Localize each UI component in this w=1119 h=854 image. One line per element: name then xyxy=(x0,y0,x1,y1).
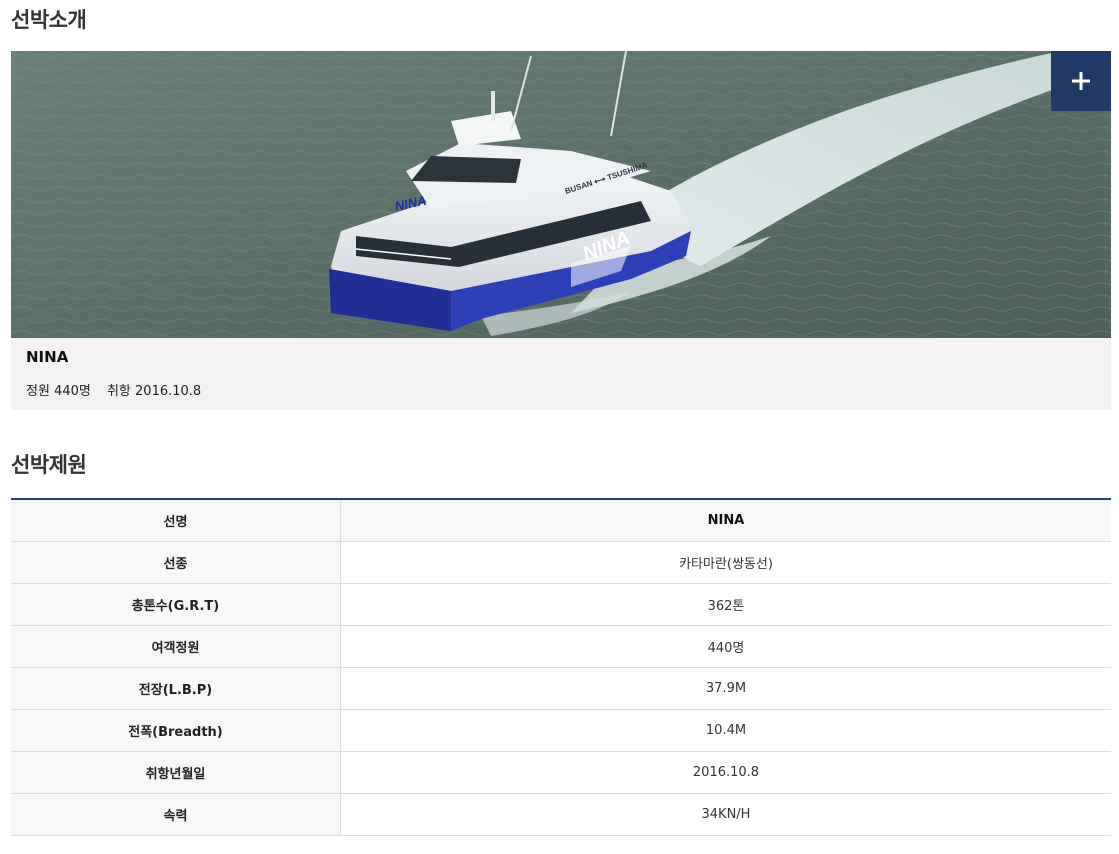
spec-value: NINA xyxy=(340,499,1111,542)
spec-label: 선종 xyxy=(11,541,341,584)
ship-name: NINA xyxy=(26,348,69,366)
spec-label: 여객정원 xyxy=(11,625,341,668)
spec-value: 10.4M xyxy=(340,709,1111,752)
spec-label: 속력 xyxy=(11,793,341,836)
spec-value: 34KN/H xyxy=(340,793,1111,836)
spec-label: 전폭(Breadth) xyxy=(11,709,341,752)
spec-label: 취항년월일 xyxy=(11,751,341,794)
plus-icon xyxy=(1072,72,1090,90)
spec-label: 총톤수(G.R.T) xyxy=(11,583,341,626)
spec-label: 전장(L.B.P) xyxy=(11,667,341,710)
table-row: 여객정원 440명 xyxy=(11,625,1111,668)
table-row: 총톤수(G.R.T) 362톤 xyxy=(11,583,1111,626)
spec-label: 선명 xyxy=(11,499,341,542)
table-row: 속력 34KN/H xyxy=(11,793,1111,836)
table-row: 전장(L.B.P) 37.9M xyxy=(11,667,1111,710)
ship-photo[interactable]: NINA BUSAN ⟷ TSUSHIMA NINA xyxy=(11,51,1111,338)
ship-meta: 정원 440명 취항 2016.10.8 xyxy=(26,380,201,399)
table-row: 선종 카타마란(쌍동선) xyxy=(11,541,1111,584)
section-title-specs: 선박제원 xyxy=(11,453,87,477)
spec-value: 카타마란(쌍동선) xyxy=(340,541,1111,584)
ship-capacity: 정원 440명 xyxy=(26,384,91,399)
expand-button[interactable] xyxy=(1051,51,1111,111)
spec-value: 440명 xyxy=(340,625,1111,668)
table-row: 취항년월일 2016.10.8 xyxy=(11,751,1111,794)
spec-table: 선명 NINA 선종 카타마란(쌍동선) 총톤수(G.R.T) 362톤 여객정… xyxy=(11,498,1111,836)
table-row: 선명 NINA xyxy=(11,499,1111,542)
section-title-intro: 선박소개 xyxy=(11,8,87,32)
spec-value: 362톤 xyxy=(340,583,1111,626)
table-row: 전폭(Breadth) 10.4M xyxy=(11,709,1111,752)
spec-value: 37.9M xyxy=(340,667,1111,710)
ship-service-date: 취항 2016.10.8 xyxy=(106,384,202,399)
spec-value: 2016.10.8 xyxy=(340,751,1111,794)
ship-card: NINA BUSAN ⟷ TSUSHIMA NINA NINA 정원 440명 … xyxy=(11,51,1111,410)
